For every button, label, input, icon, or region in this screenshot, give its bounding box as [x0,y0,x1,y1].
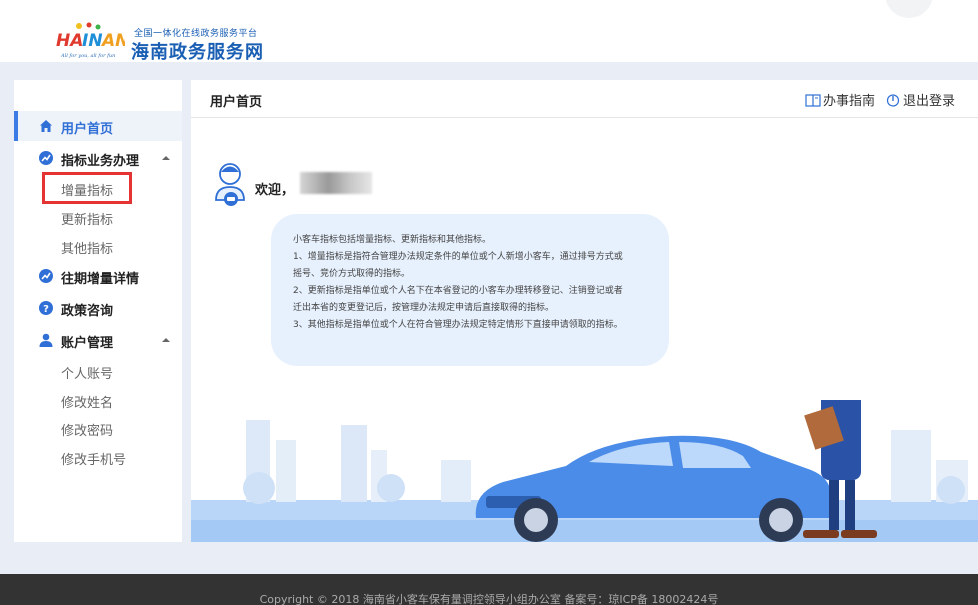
user-icon [39,333,53,347]
main-header: 用户首页 办事指南 退出登录 [191,80,978,118]
header-circle-decoration [885,0,933,18]
svg-text:IN: IN [82,31,103,51]
svg-text:HA: HA [56,31,83,51]
sidebar-subitem-change-name[interactable]: 修改姓名 [61,392,113,411]
sidebar-item-account-management[interactable]: 账户管理 [14,325,182,355]
caret-up-icon[interactable] [162,156,170,160]
sidebar-item-past-incremental[interactable]: 往期增量详情 [14,261,182,291]
city-car-illustration [191,400,978,542]
sidebar-item-label: 指标业务办理 [61,154,140,169]
sidebar-item-label: 往期增量详情 [61,272,140,287]
info-line: 1、增量指标是指符合管理办法规定条件的单位或个人新增小客车，通过排号方式或 [293,252,623,262]
book-icon [805,93,821,107]
caret-up-icon[interactable] [162,338,170,342]
site-footer: Copyright © 2018 海南省小客车保有量调控领导小组办公室 备案号：… [0,574,978,605]
svg-text:?: ? [43,304,49,315]
page-title: 用户首页 [210,95,263,110]
sidebar-subitem-change-phone[interactable]: 修改手机号 [61,449,126,468]
sidebar-item-policy-consult[interactable]: ? 政策咨询 [14,293,182,323]
sidebar-subitem-update-quota[interactable]: 更新指标 [61,209,113,228]
sidebar-item-label: 用户首页 [61,122,114,137]
info-bubble: 小客车指标包括增量指标、更新指标和其他指标。 1、增量指标是指符合管理办法规定条… [271,214,669,366]
sidebar-subitem-change-password[interactable]: 修改密码 [61,420,113,439]
sidebar-item-label: 账户管理 [61,336,114,351]
trend-icon [39,269,53,283]
sidebar: 用户首页 指标业务办理 增量指标 更新指标 其他指标 往期增量详情 ? 政策咨询… [14,80,182,542]
sidebar-subitem-personal-account[interactable]: 个人账号 [61,363,113,382]
info-line: 2、更新指标是指单位或个人名下在本省登记的小客车办理转移登记、注销登记或者 [293,286,623,296]
sidebar-item-quota-business[interactable]: 指标业务办理 [14,143,182,173]
svg-text:AN: AN [100,31,125,51]
trend-icon [39,151,53,165]
info-line: 摇号、竞价方式取得的指标。 [293,269,411,279]
power-icon [886,93,900,107]
sidebar-item-label: 政策咨询 [61,304,114,319]
avatar [215,163,245,206]
info-line: 小客车指标包括增量指标、更新指标和其他指标。 [293,235,492,245]
main-panel: 用户首页 办事指南 退出登录 欢迎， 小客车指标包括增量指标、更新指标和其他指标… [191,80,978,542]
hainan-logo[interactable]: HA IN AN All for you, all for fun [55,20,125,60]
question-icon: ? [39,301,53,315]
guide-button[interactable]: 办事指南 [805,90,875,109]
home-icon [40,120,52,132]
logout-button[interactable]: 退出登录 [885,90,955,109]
info-line: 迁出本省的变更登记后，按管理办法规定申请后直接取得的指标。 [293,303,555,313]
svg-text:All for you, all for fun: All for you, all for fun [60,53,115,59]
site-header: HA IN AN All for you, all for fun 全国一体化在… [0,0,978,64]
username-redacted [300,172,372,194]
highlight-annotation-box [42,172,132,204]
site-title[interactable]: 海南政务服务网 [131,38,264,64]
info-line: 3、其他指标是指单位或个人在符合管理办法规定特定情形下直接申请领取的指标。 [293,320,623,330]
copyright-text: Copyright © 2018 海南省小客车保有量调控领导小组办公室 备案号：… [259,593,719,605]
sidebar-item-user-home[interactable]: 用户首页 [14,111,182,141]
logout-label: 退出登录 [903,94,956,109]
sidebar-subitem-other-quota[interactable]: 其他指标 [61,238,113,257]
welcome-text: 欢迎， [255,183,295,198]
guide-label: 办事指南 [823,94,876,109]
